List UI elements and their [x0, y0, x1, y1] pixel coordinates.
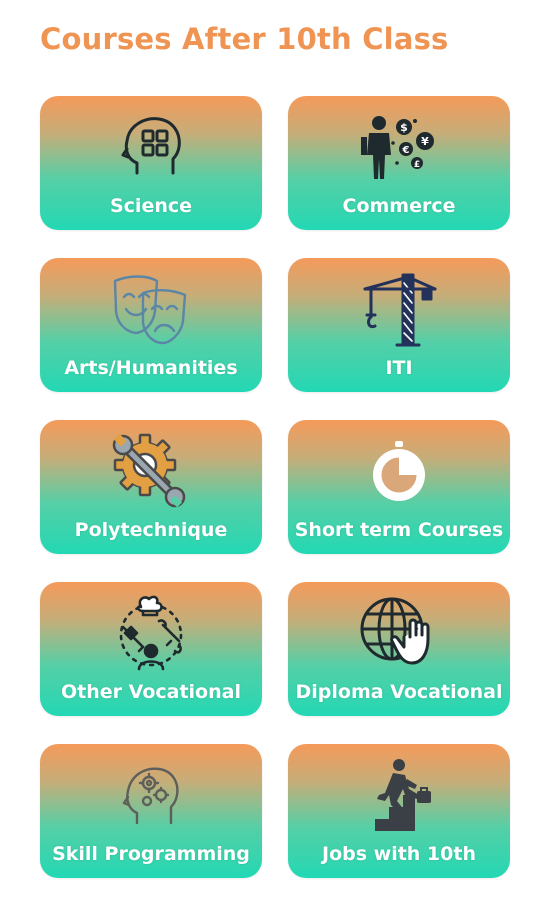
stopwatch-icon — [354, 434, 444, 508]
card-jobs-with-10th[interactable]: Jobs with 10th — [288, 744, 510, 878]
brain-grid-icon — [106, 110, 196, 184]
card-short-term-courses[interactable]: Short term Courses — [288, 420, 510, 554]
card-commerce[interactable]: $ ¥ € £ Commerce — [288, 96, 510, 230]
svg-text:£: £ — [414, 160, 420, 170]
climbing-stairs-icon — [354, 758, 444, 832]
card-label: Commerce — [342, 195, 456, 217]
card-iti[interactable]: ITI — [288, 258, 510, 392]
card-label: Other Vocational — [61, 681, 241, 703]
card-label: Short term Courses — [294, 519, 504, 541]
card-diploma-vocational[interactable]: Diploma Vocational — [288, 582, 510, 716]
card-label: Jobs with 10th — [322, 843, 476, 865]
page-title: Courses After 10th Class — [40, 22, 449, 56]
svg-text:€: € — [402, 145, 410, 156]
svg-text:$: $ — [400, 121, 408, 134]
card-label: Science — [109, 195, 193, 217]
card-polytechnique[interactable]: Polytechnique — [40, 420, 262, 554]
svg-text:¥: ¥ — [421, 135, 429, 148]
tower-crane-icon — [354, 272, 444, 347]
businessman-coins-icon: $ ¥ € £ — [354, 110, 444, 184]
card-label: Arts/Humanities — [64, 357, 238, 379]
card-label: ITI — [385, 357, 413, 379]
theater-masks-icon — [106, 272, 196, 346]
vocational-tools-icon — [106, 595, 196, 671]
gear-wrench-icon — [106, 433, 196, 508]
card-science[interactable]: Science — [40, 96, 262, 230]
card-skill-programming[interactable]: Skill Programming — [40, 744, 262, 878]
head-gears-icon — [106, 758, 196, 832]
card-label: Diploma Vocational — [295, 681, 503, 703]
card-arts-humanities[interactable]: Arts/Humanities — [40, 258, 262, 392]
card-label: Polytechnique — [74, 519, 228, 541]
card-other-vocational[interactable]: Other Vocational — [40, 582, 262, 716]
card-label: Skill Programming — [52, 843, 250, 865]
globe-hand-icon — [354, 596, 444, 670]
